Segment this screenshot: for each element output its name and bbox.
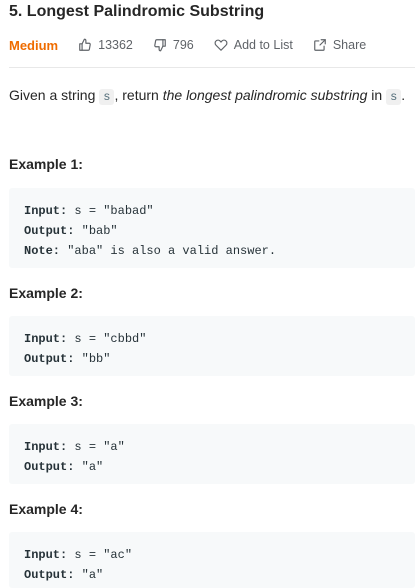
- add-to-list-label: Add to List: [233, 38, 293, 52]
- like-count: 13362: [98, 38, 133, 52]
- example-box: Input: s = "cbbd" Output: "bb": [9, 316, 415, 376]
- input-label: Input:: [24, 332, 68, 346]
- example-input-line: Input: s = "a": [24, 437, 415, 457]
- dislike-count: 796: [172, 38, 194, 52]
- description-suffix: in: [367, 87, 387, 103]
- output-value: "bb": [74, 352, 111, 366]
- inline-code-s: s: [99, 89, 115, 105]
- input-label: Input:: [24, 440, 68, 454]
- output-label: Output:: [24, 460, 75, 474]
- output-value: "a": [74, 460, 104, 474]
- example-box: Input: s = "a" Output: "a": [9, 424, 415, 484]
- problem-description: Given a string s, return the longest pal…: [9, 86, 405, 106]
- problem-meta-row: Medium 13362 796 Add to List Share: [9, 36, 366, 54]
- output-value: "bab": [74, 224, 118, 238]
- input-label: Input:: [24, 204, 68, 218]
- example-output-line: Output: "a": [24, 565, 415, 585]
- difficulty-badge: Medium: [9, 37, 59, 53]
- example-heading: Example 4:: [9, 501, 83, 517]
- description-middle: , return: [114, 87, 163, 103]
- output-label: Output:: [24, 568, 75, 582]
- output-value: "a": [74, 568, 104, 582]
- heart-icon: [214, 39, 228, 51]
- output-label: Output:: [24, 224, 75, 238]
- input-value: s = "cbbd": [67, 332, 147, 346]
- share-icon: [313, 39, 326, 51]
- header-divider: [9, 67, 415, 68]
- thumbs-up-icon: [79, 38, 91, 51]
- example-input-line: Input: s = "babad": [24, 201, 415, 221]
- input-label: Input:: [24, 548, 68, 562]
- inline-code-s-2: s: [386, 89, 402, 105]
- example-output-line: Output: "bab": [24, 221, 415, 241]
- note-value: "aba" is also a valid answer.: [60, 244, 277, 258]
- example-heading: Example 2:: [9, 285, 83, 301]
- description-end: .: [401, 87, 406, 103]
- input-value: s = "ac": [67, 548, 133, 562]
- note-label: Note:: [24, 244, 61, 258]
- input-value: s = "a": [67, 440, 125, 454]
- thumbs-down-icon: [154, 39, 166, 52]
- like-button[interactable]: 13362: [78, 38, 133, 52]
- description-emphasis: the longest palindromic substring: [162, 87, 368, 103]
- problem-page: 5. Longest Palindromic Substring Medium …: [0, 0, 415, 588]
- output-label: Output:: [24, 352, 75, 366]
- example-output-line: Output: "a": [24, 457, 415, 477]
- example-box: Input: s = "babad" Output: "bab" Note: "…: [9, 188, 415, 268]
- example-heading: Example 3:: [9, 393, 83, 409]
- example-input-line: Input: s = "ac": [24, 545, 415, 565]
- example-output-line: Output: "bb": [24, 349, 415, 369]
- example-input-line: Input: s = "cbbd": [24, 329, 415, 349]
- problem-title: 5. Longest Palindromic Substring: [9, 3, 265, 20]
- example-heading: Example 1:: [9, 156, 83, 172]
- dislike-button[interactable]: 796: [153, 38, 194, 52]
- share-button[interactable]: Share: [313, 38, 366, 52]
- description-prefix: Given a string: [9, 87, 100, 103]
- add-to-list-button[interactable]: Add to List: [214, 38, 293, 52]
- example-note-line: Note: "aba" is also a valid answer.: [24, 241, 415, 261]
- example-box: Input: s = "ac" Output: "a": [9, 532, 415, 588]
- share-label: Share: [332, 38, 367, 52]
- input-value: s = "babad": [67, 204, 154, 218]
